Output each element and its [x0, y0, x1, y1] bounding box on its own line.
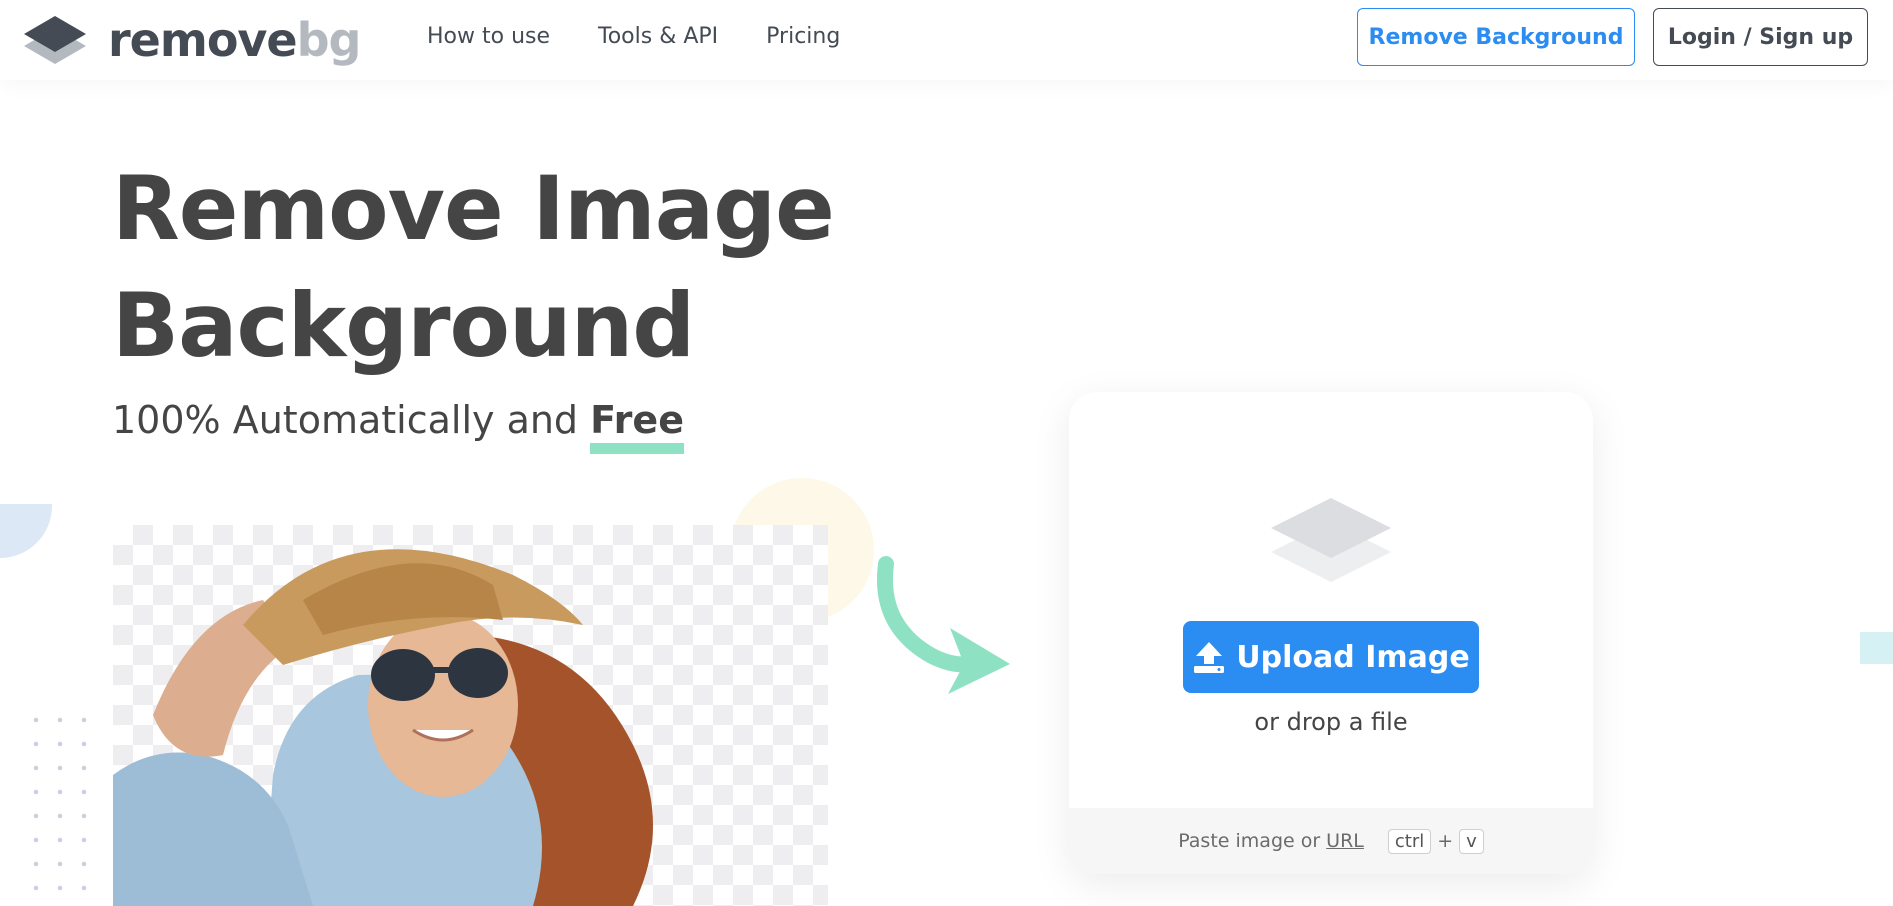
free-emphasis: Free: [590, 398, 684, 442]
login-signup-button[interactable]: Login / Sign up: [1653, 8, 1868, 66]
upload-icon: [1194, 642, 1225, 673]
nav-how-to-use[interactable]: How to use: [427, 24, 550, 49]
hero-subtitle: 100% Automatically and Free: [112, 398, 684, 442]
main-nav: How to use Tools & API Pricing: [427, 24, 840, 49]
remove-background-button[interactable]: Remove Background: [1357, 8, 1635, 66]
curved-arrow-icon: [877, 556, 1010, 694]
example-photo: [113, 525, 828, 906]
site-header: removebg How to use Tools & API Pricing …: [0, 0, 1893, 80]
logo[interactable]: removebg: [22, 13, 361, 67]
drop-file-text: or drop a file: [1254, 708, 1408, 736]
url-link[interactable]: URL: [1326, 830, 1364, 852]
key-ctrl: ctrl: [1387, 828, 1432, 854]
nav-pricing[interactable]: Pricing: [766, 24, 840, 49]
decorative-shape: [0, 504, 52, 558]
upload-card[interactable]: Upload Image or drop a file Paste image …: [1069, 392, 1593, 874]
layers-icon: [1271, 498, 1391, 582]
decorative-dots: [24, 708, 104, 898]
nav-tools-api[interactable]: Tools & API: [598, 24, 718, 49]
woman-with-hat-illustration: [113, 549, 653, 906]
upload-image-button[interactable]: Upload Image: [1183, 621, 1479, 693]
key-v: v: [1459, 828, 1484, 854]
paste-area: Paste image or URL ctrl + v: [1069, 808, 1593, 874]
layers-icon: [24, 16, 86, 64]
upload-image-label: Upload Image: [1236, 639, 1470, 675]
hero-title: Remove Image Background: [112, 157, 835, 377]
decorative-shape: [1860, 632, 1893, 664]
logo-wordmark: removebg: [108, 13, 361, 67]
